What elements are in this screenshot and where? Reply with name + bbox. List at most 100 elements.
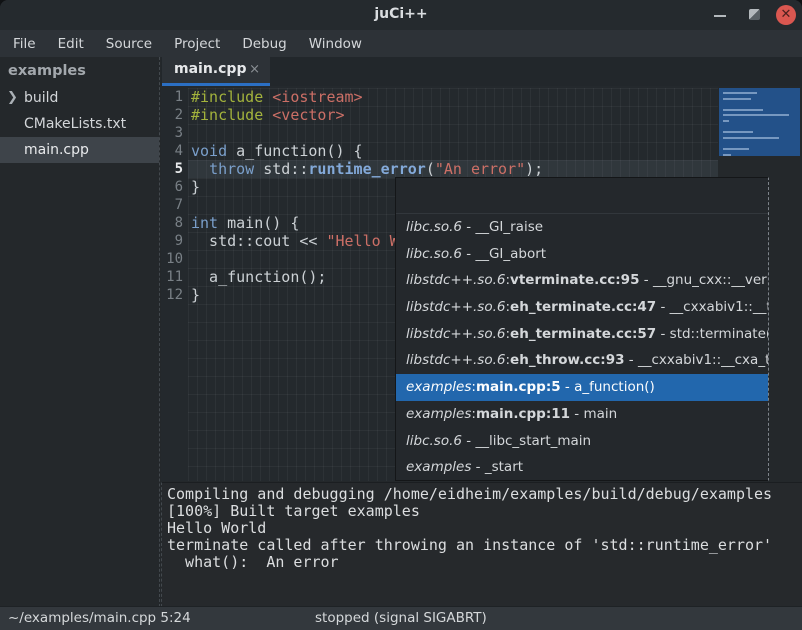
- code-line-text: #include <iostream>: [188, 88, 363, 106]
- backtrace-item[interactable]: libc.so.6 - __GI_abort: [396, 241, 768, 268]
- menu-item-window[interactable]: Window: [298, 32, 373, 56]
- backtrace-item[interactable]: examples:main.cpp:11 - main: [396, 401, 768, 428]
- backtrace-item[interactable]: libc.so.6 - __libc_start_main: [396, 428, 768, 455]
- restore-button[interactable]: [749, 9, 760, 20]
- code-line-text: [188, 124, 191, 142]
- code-token: runtime_error: [308, 160, 425, 178]
- tab-main-cpp[interactable]: main.cpp ×: [162, 57, 270, 86]
- backtrace-function: __GI_raise: [475, 219, 543, 235]
- menu-item-project[interactable]: Project: [163, 32, 231, 56]
- code-token: a_function();: [191, 268, 326, 286]
- code-line-text: throw std::runtime_error("An error");: [188, 160, 543, 178]
- backtrace-separator: -: [625, 352, 638, 368]
- project-name-header: examples: [0, 57, 159, 85]
- code-line[interactable]: 5 throw std::runtime_error("An error");: [161, 160, 718, 178]
- backtrace-location: main.cpp:5: [476, 379, 561, 395]
- menu-item-file[interactable]: File: [2, 32, 47, 56]
- line-number: 10: [161, 250, 188, 268]
- line-number: 6: [161, 178, 188, 196]
- line-number: 1: [161, 88, 188, 106]
- backtrace-item[interactable]: libstdc++.so.6:eh_terminate.cc:57 - std:…: [396, 321, 768, 348]
- backtrace-library: libstdc++.so.6: [406, 326, 505, 342]
- backtrace-separator: -: [656, 299, 669, 315]
- backtrace-item[interactable]: libstdc++.so.6:vterminate.cc:95 - __gnu_…: [396, 267, 768, 294]
- tree-item-cmakelists-txt[interactable]: CMakeLists.txt: [0, 111, 159, 137]
- backtrace-item[interactable]: libstdc++.so.6:eh_throw.cc:93 - __cxxabi…: [396, 347, 768, 374]
- backtrace-library: libstdc++.so.6: [406, 272, 505, 288]
- tree-item-main-cpp[interactable]: main.cpp: [0, 137, 159, 163]
- backtrace-library: examples: [406, 379, 471, 395]
- backtrace-library: libc.so.6: [406, 219, 462, 235]
- file-tree-sidebar: examples ❯buildCMakeLists.txt main.cpp: [0, 57, 160, 607]
- backtrace-location: vterminate.cc:95: [510, 272, 639, 288]
- code-token: [191, 160, 209, 178]
- menubar: FileEditSourceProjectDebugWindow: [0, 30, 802, 57]
- backtrace-function: std::terminate(): [670, 326, 768, 342]
- backtrace-function: main: [583, 406, 617, 422]
- minimap-code-line: [723, 154, 731, 156]
- code-token: );: [525, 160, 543, 178]
- code-token: }: [191, 178, 200, 196]
- line-number: 5: [161, 160, 188, 178]
- status-bar: ~/examples/main.cpp 5:24 stopped (signal…: [0, 606, 802, 630]
- terminal-line: Compiling and debugging /home/eidheim/ex…: [167, 486, 802, 503]
- backtrace-separator: -: [462, 246, 475, 262]
- menu-item-source[interactable]: Source: [95, 32, 163, 56]
- code-line-text: a_function();: [188, 268, 326, 286]
- line-number: 4: [161, 142, 188, 160]
- code-line[interactable]: 1#include <iostream>: [161, 88, 718, 106]
- menu-item-debug[interactable]: Debug: [231, 32, 297, 56]
- minimap-code-line: [723, 148, 749, 150]
- backtrace-library: libc.so.6: [406, 246, 462, 262]
- backtrace-function: __GI_abort: [475, 246, 546, 262]
- code-token: (: [426, 160, 435, 178]
- file-tree: ❯buildCMakeLists.txt main.cpp: [0, 85, 159, 163]
- backtrace-function: __libc_start_main: [475, 433, 591, 449]
- backtrace-item[interactable]: libc.so.6 - __GI_raise: [396, 214, 768, 241]
- minimap-code-line: [723, 109, 763, 111]
- code-line-text: }: [188, 178, 200, 196]
- window-title: juCi++: [0, 6, 802, 22]
- backtrace-location: main.cpp:11: [476, 406, 570, 422]
- backtrace-function: __cxxabiv1::__cxa_thro: [638, 352, 768, 368]
- code-token: main() {: [218, 214, 299, 232]
- tab-close-icon[interactable]: ×: [249, 62, 260, 77]
- backtrace-library: libstdc++.so.6: [406, 352, 505, 368]
- minimap-code-line: [723, 120, 729, 122]
- minimap-slider[interactable]: [719, 88, 800, 156]
- code-line-text: [188, 196, 191, 214]
- code-token: a_function() {: [227, 142, 362, 160]
- line-number: 8: [161, 214, 188, 232]
- minimap-code-line: [723, 92, 757, 94]
- backtrace-function: __cxxabiv1::__tern: [670, 299, 768, 315]
- menu-item-edit[interactable]: Edit: [47, 32, 95, 56]
- backtrace-separator: -: [462, 219, 475, 235]
- code-line-text: #include <vector>: [188, 106, 345, 124]
- backtrace-library: examples: [406, 406, 471, 422]
- code-line[interactable]: 4void a_function() {: [161, 142, 718, 160]
- backtrace-list: libc.so.6 - __GI_raiselibc.so.6 - __GI_a…: [396, 214, 768, 481]
- backtrace-popup-header: [396, 178, 768, 214]
- minimize-button[interactable]: [714, 15, 726, 17]
- backtrace-item[interactable]: examples:main.cpp:5 - a_function(): [396, 374, 768, 401]
- backtrace-separator: -: [471, 459, 484, 475]
- minimap-code-line: [723, 137, 779, 139]
- line-number: 7: [161, 196, 188, 214]
- backtrace-library: libstdc++.so.6: [406, 299, 505, 315]
- backtrace-library: examples: [406, 459, 471, 475]
- tree-item-label: main.cpp: [24, 142, 89, 158]
- code-line[interactable]: 3: [161, 124, 718, 142]
- code-token: <vector>: [272, 106, 344, 124]
- line-number: 3: [161, 124, 188, 142]
- backtrace-item[interactable]: libstdc++.so.6:eh_terminate.cc:47 - __cx…: [396, 294, 768, 321]
- code-line[interactable]: 2#include <vector>: [161, 106, 718, 124]
- backtrace-item[interactable]: examples - _start: [396, 454, 768, 481]
- backtrace-function: a_function(): [574, 379, 655, 395]
- terminal-output[interactable]: Compiling and debugging /home/eidheim/ex…: [161, 482, 802, 607]
- backtrace-location: eh_throw.cc:93: [510, 352, 624, 368]
- tree-item-build[interactable]: ❯build: [0, 85, 159, 111]
- close-button[interactable]: ✕: [776, 5, 796, 25]
- code-token: #include: [191, 88, 272, 106]
- chevron-right-icon[interactable]: ❯: [7, 85, 18, 111]
- titlebar[interactable]: juCi++ ✕: [0, 0, 802, 31]
